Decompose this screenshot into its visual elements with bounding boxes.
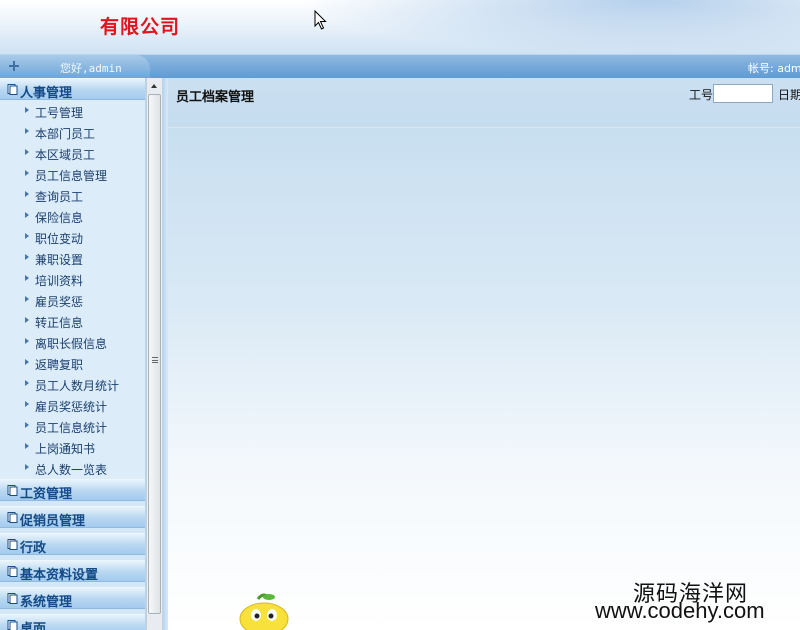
arrow-right-icon bbox=[25, 317, 29, 323]
sidebar-item-part-time[interactable]: 兼职设置 bbox=[0, 248, 145, 269]
sidebar-item-training[interactable]: 培训资料 bbox=[0, 269, 145, 290]
sidebar-menu: 人事管理 工号管理 本部门员工 本区域员工 员工信息管理 查询员工 保险信息 职… bbox=[0, 78, 146, 630]
arrow-right-icon bbox=[25, 149, 29, 155]
scroll-up-arrow-icon[interactable] bbox=[147, 78, 162, 94]
main-content: 员工档案管理 工号 日期 bbox=[168, 78, 800, 630]
hr-menu-items: 工号管理 本部门员工 本区域员工 员工信息管理 查询员工 保险信息 职位变动 兼… bbox=[0, 100, 145, 479]
document-icon bbox=[7, 485, 18, 496]
sidebar-item-search-employee[interactable]: 查询员工 bbox=[0, 185, 145, 206]
sidebar-item-regularization[interactable]: 转正信息 bbox=[0, 311, 145, 332]
sidebar-scrollbar[interactable] bbox=[146, 78, 162, 630]
sidebar-item-onboarding-notice[interactable]: 上岗通知书 bbox=[0, 437, 145, 458]
greeting-tab: 您好,admin bbox=[0, 55, 150, 78]
sidebar-section-hr[interactable]: 人事管理 bbox=[0, 78, 145, 101]
sidebar-item-region-employees[interactable]: 本区域员工 bbox=[0, 143, 145, 164]
employee-no-label: 工号 bbox=[689, 88, 714, 102]
account-text: 帐号: admin bbox=[748, 62, 800, 75]
arrow-right-icon bbox=[25, 275, 29, 281]
sidebar-item-employee-no[interactable]: 工号管理 bbox=[0, 101, 145, 122]
plus-icon[interactable] bbox=[9, 61, 19, 71]
scroll-thumb[interactable] bbox=[148, 94, 161, 614]
date-label: 日期 bbox=[778, 88, 800, 102]
sidebar-item-leave[interactable]: 离职长假信息 bbox=[0, 332, 145, 353]
greeting-text: 您好,admin bbox=[60, 62, 122, 75]
sidebar-section-promoters[interactable]: 促销员管理 bbox=[0, 506, 145, 529]
arrow-right-icon bbox=[25, 464, 29, 470]
document-icon bbox=[7, 593, 18, 604]
document-icon bbox=[7, 512, 18, 523]
arrow-right-icon bbox=[25, 191, 29, 197]
main-toolbar: 员工档案管理 工号 日期 bbox=[168, 78, 800, 128]
sidebar-section-basic-settings[interactable]: 基本资料设置 bbox=[0, 560, 145, 583]
sidebar-item-info-stats[interactable]: 员工信息统计 bbox=[0, 416, 145, 437]
sidebar-item-rewards[interactable]: 雇员奖惩 bbox=[0, 290, 145, 311]
employee-no-input[interactable] bbox=[713, 84, 773, 103]
arrow-right-icon bbox=[25, 128, 29, 134]
page-title: 员工档案管理 bbox=[176, 90, 255, 105]
arrow-right-icon bbox=[25, 212, 29, 218]
document-icon bbox=[7, 539, 18, 550]
sidebar-item-position-change[interactable]: 职位变动 bbox=[0, 227, 145, 248]
sidebar-item-insurance[interactable]: 保险信息 bbox=[0, 206, 145, 227]
sidebar-item-reward-stats[interactable]: 雇员奖惩统计 bbox=[0, 395, 145, 416]
arrow-right-icon bbox=[25, 338, 29, 344]
arrow-right-icon bbox=[25, 359, 29, 365]
grip-icon bbox=[152, 357, 158, 363]
company-name: 有限公司 bbox=[100, 16, 181, 38]
mouse-cursor-icon bbox=[314, 10, 327, 30]
sidebar-item-dept-employees[interactable]: 本部门员工 bbox=[0, 122, 145, 143]
top-banner: 有限公司 bbox=[0, 0, 800, 54]
watermark-url: www.codehy.com bbox=[595, 598, 765, 623]
sidebar-section-system[interactable]: 系统管理 bbox=[0, 587, 145, 610]
arrow-right-icon bbox=[25, 443, 29, 449]
arrow-right-icon bbox=[25, 254, 29, 260]
sidebar-section-label: 人事管理 bbox=[20, 86, 73, 101]
mascot-icon bbox=[239, 593, 289, 630]
sidebar-item-employee-info[interactable]: 员工信息管理 bbox=[0, 164, 145, 185]
sidebar-item-monthly-stats[interactable]: 员工人数月统计 bbox=[0, 374, 145, 395]
sidebar-item-headcount[interactable]: 总人数一览表 bbox=[0, 458, 145, 479]
scroll-down-arrow-icon[interactable] bbox=[147, 614, 162, 630]
user-info-bar: 您好,admin 帐号: admin bbox=[0, 54, 800, 78]
sidebar-section-admin[interactable]: 行政 bbox=[0, 533, 145, 556]
arrow-right-icon bbox=[25, 233, 29, 239]
arrow-right-icon bbox=[25, 107, 29, 113]
document-icon bbox=[7, 620, 18, 630]
document-icon bbox=[7, 84, 18, 95]
arrow-right-icon bbox=[25, 422, 29, 428]
arrow-right-icon bbox=[25, 296, 29, 302]
arrow-right-icon bbox=[25, 401, 29, 407]
arrow-right-icon bbox=[25, 170, 29, 176]
arrow-right-icon bbox=[25, 380, 29, 386]
document-icon bbox=[7, 566, 18, 577]
sidebar-item-rehire[interactable]: 返聘复职 bbox=[0, 353, 145, 374]
sidebar-section-payroll[interactable]: 工资管理 bbox=[0, 479, 145, 502]
sidebar-section-desktop[interactable]: 桌面 bbox=[0, 614, 145, 630]
